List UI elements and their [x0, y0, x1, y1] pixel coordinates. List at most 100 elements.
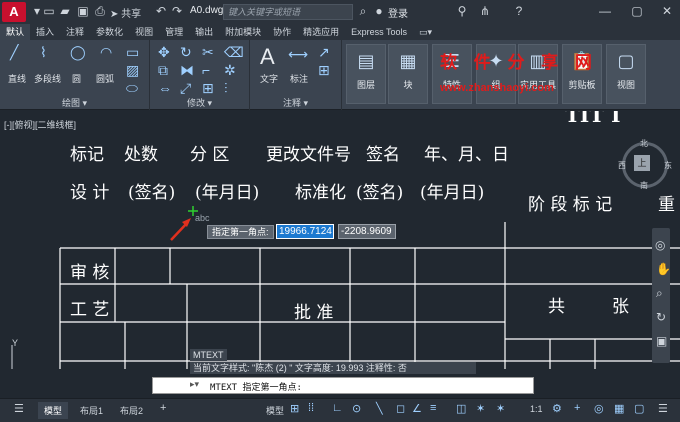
ortho-icon[interactable]: ∟	[332, 402, 343, 414]
tab-express-tools[interactable]: Express Tools	[345, 24, 413, 40]
otrack-icon[interactable]: ∠	[412, 402, 422, 415]
ribbon-options-icon[interactable]: ▭▾	[413, 24, 438, 40]
polyline-icon[interactable]: ⌇	[40, 44, 47, 61]
cart-icon[interactable]: ⚲	[455, 4, 469, 18]
minimize-icon[interactable]: —	[598, 4, 612, 18]
circle-icon[interactable]: ◯	[70, 44, 86, 61]
viewcube-north[interactable]: 北	[640, 138, 648, 149]
title-block-drawing: 标记 处数 分 区 更改文件号 签名 年、月、日 设 计 (签名) (年月日) …	[11, 111, 680, 369]
isodraft-icon[interactable]: ╲	[376, 402, 383, 415]
annotation-group: A ⟷ ↗ ⊞ 文字 标注 注释 ▾	[250, 40, 342, 110]
scale-icon[interactable]: ⤢	[180, 80, 191, 97]
tab-default[interactable]: 默认	[0, 24, 31, 40]
polar-icon[interactable]: ⊙	[352, 402, 361, 415]
print-icon[interactable]: ⎙	[93, 4, 107, 18]
plus-icon[interactable]: +	[574, 402, 580, 414]
dimension-icon[interactable]: ⟷	[288, 46, 308, 63]
tab-layout2[interactable]: 布局2	[114, 402, 149, 419]
move-icon[interactable]: ✥	[158, 44, 170, 61]
help-icon[interactable]: ?	[512, 4, 526, 18]
tab-manage[interactable]: 管理	[159, 24, 189, 40]
tab-insert[interactable]: 插入	[30, 24, 60, 40]
tab-featured-apps[interactable]: 精选应用	[297, 24, 345, 40]
share-network-icon[interactable]: ⋔	[478, 4, 492, 18]
array-icon[interactable]: ⊞	[202, 80, 214, 97]
viewport-controls[interactable]: [-][俯视][二维线框]	[4, 118, 76, 131]
customization-icon[interactable]: ☰	[658, 402, 668, 415]
stretch-icon[interactable]: ⇔	[158, 80, 172, 96]
login-button[interactable]: 登录	[388, 5, 408, 20]
y-coordinate-input[interactable]: -2208.9609	[338, 224, 396, 239]
search-icon[interactable]: ⌕	[356, 4, 370, 18]
copy-icon[interactable]: ⧉	[158, 62, 168, 79]
showmotion-icon[interactable]: ▣	[656, 334, 667, 348]
tab-layout1[interactable]: 布局1	[74, 402, 109, 419]
viewcube-south[interactable]: 南	[640, 180, 648, 191]
tab-annotate[interactable]: 注释	[60, 24, 90, 40]
scale-dropdown[interactable]: 1:1	[524, 402, 549, 416]
share-button[interactable]: ➤ 共享	[110, 5, 141, 20]
rectangle-icon[interactable]: ▭	[126, 44, 139, 61]
erase-icon[interactable]: ⌫	[224, 44, 244, 61]
clean-screen-icon[interactable]: ▢	[634, 402, 644, 415]
snap-icon[interactable]: ⁞⁞	[308, 402, 314, 414]
workspace-icon[interactable]: ⚙	[552, 402, 562, 415]
undo-icon[interactable]: ↶	[154, 4, 168, 18]
line-icon[interactable]: ╱	[10, 44, 18, 61]
tab-model[interactable]: 模型	[38, 402, 69, 419]
tab-output[interactable]: 输出	[189, 24, 219, 40]
arc-icon[interactable]: ◠	[100, 44, 112, 61]
redo-icon[interactable]: ↷	[170, 4, 184, 18]
block-button[interactable]: ▦ 块	[388, 44, 428, 104]
fillet-icon[interactable]: ⌐	[202, 62, 210, 78]
annotation-group-label[interactable]: 注释 ▾	[250, 96, 341, 109]
modify-group-label[interactable]: 修改 ▾	[150, 96, 249, 109]
viewcube-top-face[interactable]: 上	[634, 155, 650, 171]
rotate-icon[interactable]: ↻	[180, 44, 192, 61]
text-label: 文字	[260, 74, 279, 84]
x-coordinate-input[interactable]: 19966.7124	[276, 224, 334, 239]
save-icon[interactable]: ▣	[76, 4, 90, 18]
tab-view[interactable]: 视图	[129, 24, 159, 40]
explode-icon[interactable]: ✲	[224, 62, 236, 79]
mirror-icon[interactable]: ⧓	[180, 62, 194, 79]
tab-addins[interactable]: 附加模块	[219, 24, 267, 40]
maximize-icon[interactable]: ▢	[630, 4, 644, 18]
new-file-icon[interactable]: ▭	[42, 4, 56, 18]
model-space-button[interactable]: 模型	[260, 402, 290, 419]
annotation-visibility-icon[interactable]: ✶	[496, 402, 505, 415]
viewcube-west[interactable]: 西	[618, 160, 626, 171]
tab-collaborate[interactable]: 协作	[267, 24, 297, 40]
menu-icon[interactable]: ☰	[14, 402, 24, 415]
viewcube-east[interactable]: 东	[664, 160, 672, 171]
trim-icon[interactable]: ✂	[202, 44, 214, 61]
zoom-icon[interactable]: ⌕	[656, 286, 663, 301]
osnap-icon[interactable]: ◻	[396, 402, 405, 415]
add-layout-icon[interactable]: +	[160, 402, 166, 414]
text-icon[interactable]: A	[260, 44, 275, 70]
search-input[interactable]: 键入关键字或短语	[223, 4, 353, 20]
transparency-icon[interactable]: ◫	[456, 402, 466, 415]
pan-icon[interactable]: ✋	[656, 262, 671, 276]
leader-icon[interactable]: ↗	[318, 44, 330, 61]
user-icon[interactable]: ●	[372, 4, 386, 18]
isolate-icon[interactable]: ◎	[594, 402, 604, 415]
hatch-icon[interactable]: ▨	[126, 62, 139, 79]
offset-icon[interactable]: ⫶	[224, 80, 228, 97]
table-icon[interactable]: ⊞	[318, 62, 330, 79]
draw-group-label[interactable]: 绘图 ▾	[0, 96, 149, 109]
ellipse-icon[interactable]: ⬭	[126, 80, 138, 97]
tab-parametric[interactable]: 参数化	[90, 24, 129, 40]
open-folder-icon[interactable]: ▰	[58, 4, 72, 18]
annotation-scale-icon[interactable]: ✶	[476, 402, 485, 415]
hardware-icon[interactable]: ▦	[614, 402, 624, 415]
view-button[interactable]: ▢ 视图	[606, 44, 646, 104]
command-prompt-icon: ▸▾	[190, 379, 200, 389]
close-icon[interactable]: ✕	[660, 4, 674, 18]
grid-icon[interactable]: ⊞	[290, 402, 299, 415]
steering-wheel-icon[interactable]: ◎	[655, 238, 665, 252]
lineweight-icon[interactable]: ≡	[430, 402, 436, 414]
orbit-icon[interactable]: ↻	[656, 310, 666, 324]
app-menu-button[interactable]: A	[2, 2, 26, 22]
layer-button[interactable]: ▤ 图层	[346, 44, 386, 104]
